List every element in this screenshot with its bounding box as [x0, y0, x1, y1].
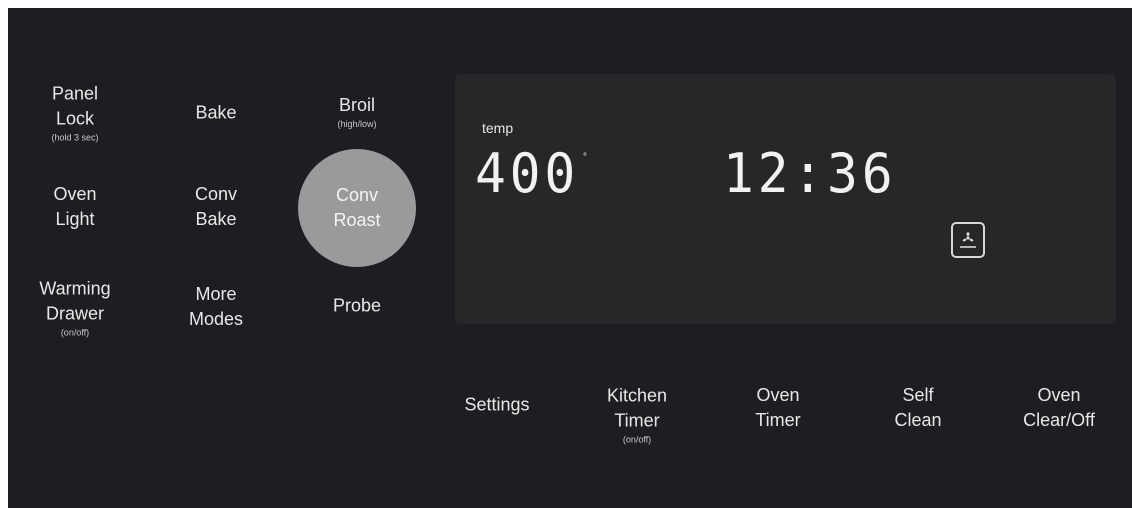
key-label: Drawer: [45, 303, 104, 324]
degree-symbol: °: [583, 152, 587, 163]
key-label: More: [195, 284, 237, 304]
key-label: Conv: [335, 185, 379, 205]
key-label: Light: [55, 209, 95, 229]
key-label: Clear/Off: [1023, 410, 1095, 430]
bake-button[interactable]: Bake: [195, 101, 236, 126]
convection-fan-icon: [951, 222, 985, 258]
key-label: Oven: [1037, 385, 1081, 405]
oven-light-button[interactable]: Oven Light: [53, 182, 96, 232]
key-label: Oven: [53, 184, 97, 204]
key-label: Roast: [333, 210, 381, 230]
key-sublabel: (on/off): [622, 434, 652, 445]
broil-button[interactable]: Broil (high/low): [337, 93, 376, 131]
key-label: Settings: [464, 394, 530, 415]
warming-drawer-button[interactable]: Warming Drawer (on/off): [39, 277, 110, 340]
kitchen-timer-button[interactable]: Kitchen Timer (on/off): [607, 384, 667, 447]
clock-readout: 12:36: [723, 142, 897, 205]
key-label: Lock: [55, 108, 95, 129]
key-label: Bake: [195, 102, 237, 123]
temp-label: temp: [482, 120, 514, 136]
key-label: Probe: [332, 295, 382, 316]
key-label: Timer: [614, 410, 660, 431]
key-label: Oven: [756, 385, 800, 405]
key-label: Modes: [188, 309, 244, 329]
key-label: Self: [902, 385, 934, 405]
key-label: Broil: [338, 95, 376, 115]
oven-clear-off-button[interactable]: Oven Clear/Off: [1023, 383, 1095, 433]
oven-display: temp 400 ° 12:36: [455, 74, 1116, 324]
panel-lock-button[interactable]: Panel Lock (hold 3 sec): [51, 82, 98, 145]
key-label: Bake: [195, 209, 237, 229]
key-sublabel: (high/low): [337, 119, 377, 129]
conv-bake-button[interactable]: Conv Bake: [195, 182, 237, 232]
temperature-readout: 400: [475, 142, 580, 205]
key-label: Kitchen: [606, 385, 668, 406]
oven-timer-button[interactable]: Oven Timer: [755, 383, 800, 433]
self-clean-button[interactable]: Self Clean: [894, 383, 941, 433]
settings-button[interactable]: Settings: [464, 393, 529, 418]
key-label: Panel: [51, 83, 99, 104]
key-sublabel: (on/off): [60, 327, 90, 338]
key-label: Conv: [194, 184, 238, 204]
more-modes-button[interactable]: More Modes: [189, 282, 243, 332]
conv-roast-button[interactable]: Conv Roast: [298, 149, 416, 267]
key-label: Clean: [894, 410, 942, 430]
probe-button[interactable]: Probe: [333, 294, 381, 319]
key-label: Timer: [755, 410, 801, 430]
key-label: Warming: [39, 278, 111, 299]
key-sublabel: (hold 3 sec): [51, 132, 99, 143]
